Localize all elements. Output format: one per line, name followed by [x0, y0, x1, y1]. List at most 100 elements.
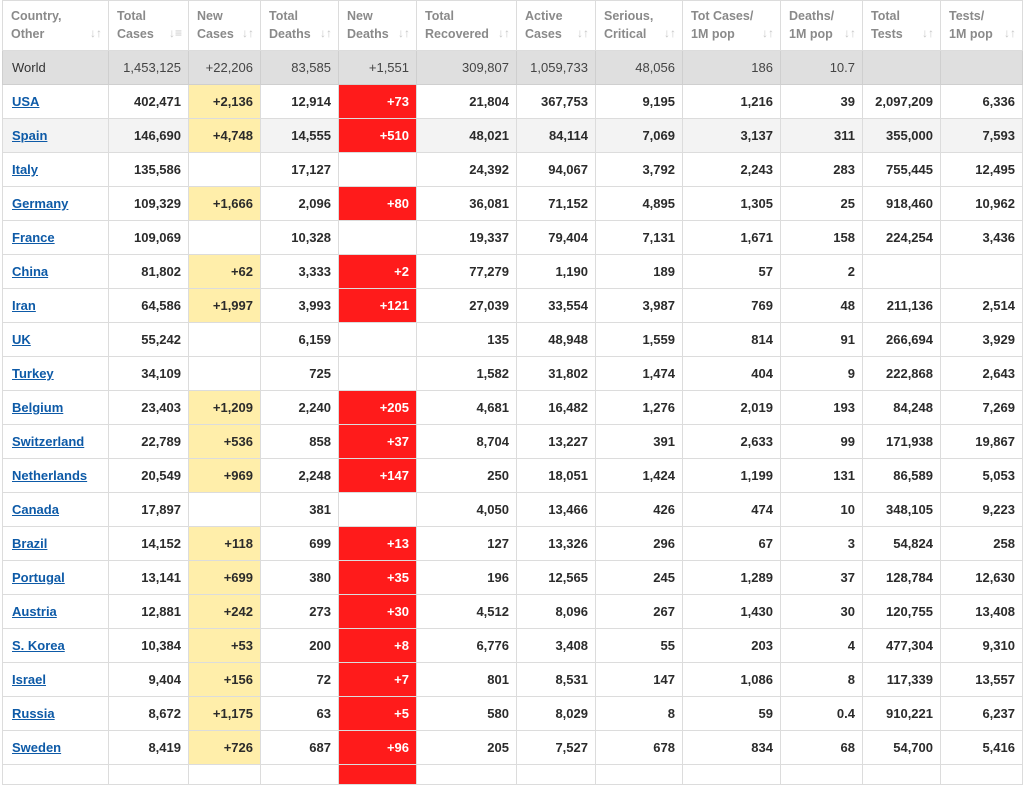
country-link[interactable]: Canada [12, 502, 59, 517]
sort-arrows-icon[interactable]: ↓↑ [922, 24, 934, 42]
cell-tests-per-1m: 2,643 [940, 356, 1023, 391]
cell-serious-critical: 678 [595, 730, 683, 765]
sort-arrows-icon[interactable]: ↓↑ [577, 24, 589, 42]
cell-new-deaths: +96 [338, 730, 417, 765]
country-link[interactable]: Austria [12, 604, 57, 619]
country-link[interactable]: Sweden [12, 740, 61, 755]
country-link[interactable]: Italy [12, 162, 38, 177]
cell-deaths-per-1m: 68 [780, 730, 863, 765]
cell-new-deaths: +7 [338, 662, 417, 697]
country-link[interactable]: France [12, 230, 55, 245]
table-row: Russia 8,672 +1,175 63 +5 580 8,029 8 59 0.4 910,2… [2, 696, 1023, 731]
cell-total-tests: 355,000 [862, 118, 941, 153]
cell-deaths-per-1m: 10.7 [780, 50, 863, 85]
cell-total-cases: 14,152 [108, 526, 189, 561]
cell-total-recovered: 6,776 [416, 628, 517, 663]
cell-new-deaths: +37 [338, 424, 417, 459]
country-link[interactable]: USA [12, 94, 39, 109]
country-link[interactable]: S. Korea [12, 638, 65, 653]
cell-active-cases: 12,565 [516, 560, 596, 595]
sort-arrows-icon[interactable]: ↓≡ [169, 24, 182, 42]
cell-new-cases: +726 [188, 730, 261, 765]
column-header-new-deaths[interactable]: New Deaths ↓↑ [338, 0, 417, 51]
country-link[interactable]: Turkey [12, 366, 54, 381]
country-link[interactable]: Russia [12, 706, 55, 721]
cell-deaths-per-1m [780, 764, 863, 785]
column-header-deaths-per-1m[interactable]: Deaths/1M pop ↓↑ [780, 0, 863, 51]
cell-new-cases: +969 [188, 458, 261, 493]
sort-arrows-icon[interactable]: ↓↑ [398, 24, 410, 42]
cell-tests-per-1m: 5,053 [940, 458, 1023, 493]
column-header-total-deaths[interactable]: Total Deaths ↓↑ [260, 0, 339, 51]
cell-new-cases: +1,997 [188, 288, 261, 323]
table-row: Austria 12,881 +242 273 +30 4,512 8,096 267 1,43… [2, 594, 1023, 629]
cell-total-recovered: 205 [416, 730, 517, 765]
sort-arrows-icon[interactable]: ↓↑ [498, 24, 510, 42]
column-header-total-tests[interactable]: Total Tests ↓↑ [862, 0, 941, 51]
cell-total-recovered: 801 [416, 662, 517, 697]
sort-arrows-icon[interactable]: ↓↑ [844, 24, 856, 42]
sort-arrows-icon[interactable]: ↓↑ [320, 24, 332, 42]
cell-new-deaths: +8 [338, 628, 417, 663]
cell-new-cases: +4,748 [188, 118, 261, 153]
column-header-new-cases[interactable]: New Cases ↓↑ [188, 0, 261, 51]
column-header-total-cases[interactable]: Total Cases ↓≡ [108, 0, 189, 51]
cell-total-tests: 128,784 [862, 560, 941, 595]
sort-arrows-icon[interactable]: ↓↑ [242, 24, 254, 42]
column-header-country[interactable]: Country, Other ↓↑ [2, 0, 109, 51]
country-link[interactable]: Germany [12, 196, 68, 211]
cell-total-cases: 1,453,125 [108, 50, 189, 85]
cell-total-recovered [416, 764, 517, 785]
column-header-label: Tot Cases/ [691, 9, 754, 23]
column-header-label: Total [425, 9, 454, 23]
cell-tot-cases-per-1m: 2,019 [682, 390, 781, 425]
country-link[interactable]: Brazil [12, 536, 47, 551]
sort-arrows-icon[interactable]: ↓↑ [1004, 24, 1016, 42]
cell-total-recovered: 1,582 [416, 356, 517, 391]
cell-total-cases: 20,549 [108, 458, 189, 493]
cell-total-deaths: 380 [260, 560, 339, 595]
cell-active-cases: 1,059,733 [516, 50, 596, 85]
table-row: France 109,069 10,328 19,337 79,404 7,131 1,67… [2, 220, 1023, 255]
cell-tests-per-1m: 7,593 [940, 118, 1023, 153]
cell-new-cases: +699 [188, 560, 261, 595]
country-link[interactable]: Israel [12, 672, 46, 687]
cell-active-cases: 13,466 [516, 492, 596, 527]
cell-serious-critical: 9,195 [595, 84, 683, 119]
column-header-tot-cases-per-1m[interactable]: Tot Cases/1M pop ↓↑ [682, 0, 781, 51]
cell-total-deaths: 687 [260, 730, 339, 765]
sort-arrows-icon[interactable]: ↓↑ [90, 24, 102, 42]
country-link[interactable]: Iran [12, 298, 36, 313]
cell-country: Italy [2, 152, 109, 187]
sort-arrows-icon[interactable]: ↓↑ [664, 24, 676, 42]
table-header: Country, Other ↓↑ Total Cases ↓≡ New Cases ↓↑ Tot… [2, 0, 1023, 51]
table-row: Brazil 14,152 +118 699 +13 127 13,326 296 67 3 54,… [2, 526, 1023, 561]
cell-deaths-per-1m: 131 [780, 458, 863, 493]
cell-deaths-per-1m: 311 [780, 118, 863, 153]
column-header-serious-critical[interactable]: Serious, Critical ↓↑ [595, 0, 683, 51]
cell-tot-cases-per-1m: 1,289 [682, 560, 781, 595]
cell-total-cases: 8,419 [108, 730, 189, 765]
country-link[interactable]: Switzerland [12, 434, 84, 449]
cell-country: Iran [2, 288, 109, 323]
country-link[interactable]: Netherlands [12, 468, 87, 483]
sort-arrows-icon[interactable]: ↓↑ [762, 24, 774, 42]
cell-total-recovered: 21,804 [416, 84, 517, 119]
country-link[interactable]: China [12, 264, 48, 279]
country-link[interactable]: UK [12, 332, 31, 347]
cell-country: Israel [2, 662, 109, 697]
table-row: Germany 109,329 +1,666 2,096 +80 36,081 71,152… [2, 186, 1023, 221]
cell-serious-critical: 7,131 [595, 220, 683, 255]
cell-total-cases: 23,403 [108, 390, 189, 425]
column-header-label: Total [117, 9, 146, 23]
country-link[interactable]: Spain [12, 128, 47, 143]
column-header-total-recovered[interactable]: Total Recovered ↓↑ [416, 0, 517, 51]
cell-country: Netherlands [2, 458, 109, 493]
column-header-tests-per-1m[interactable]: Tests/1M pop ↓↑ [940, 0, 1023, 51]
cell-deaths-per-1m: 37 [780, 560, 863, 595]
country-link[interactable]: Belgium [12, 400, 63, 415]
country-link[interactable]: Portugal [12, 570, 65, 585]
cell-deaths-per-1m: 39 [780, 84, 863, 119]
cell-total-recovered: 135 [416, 322, 517, 357]
column-header-active-cases[interactable]: Active Cases ↓↑ [516, 0, 596, 51]
